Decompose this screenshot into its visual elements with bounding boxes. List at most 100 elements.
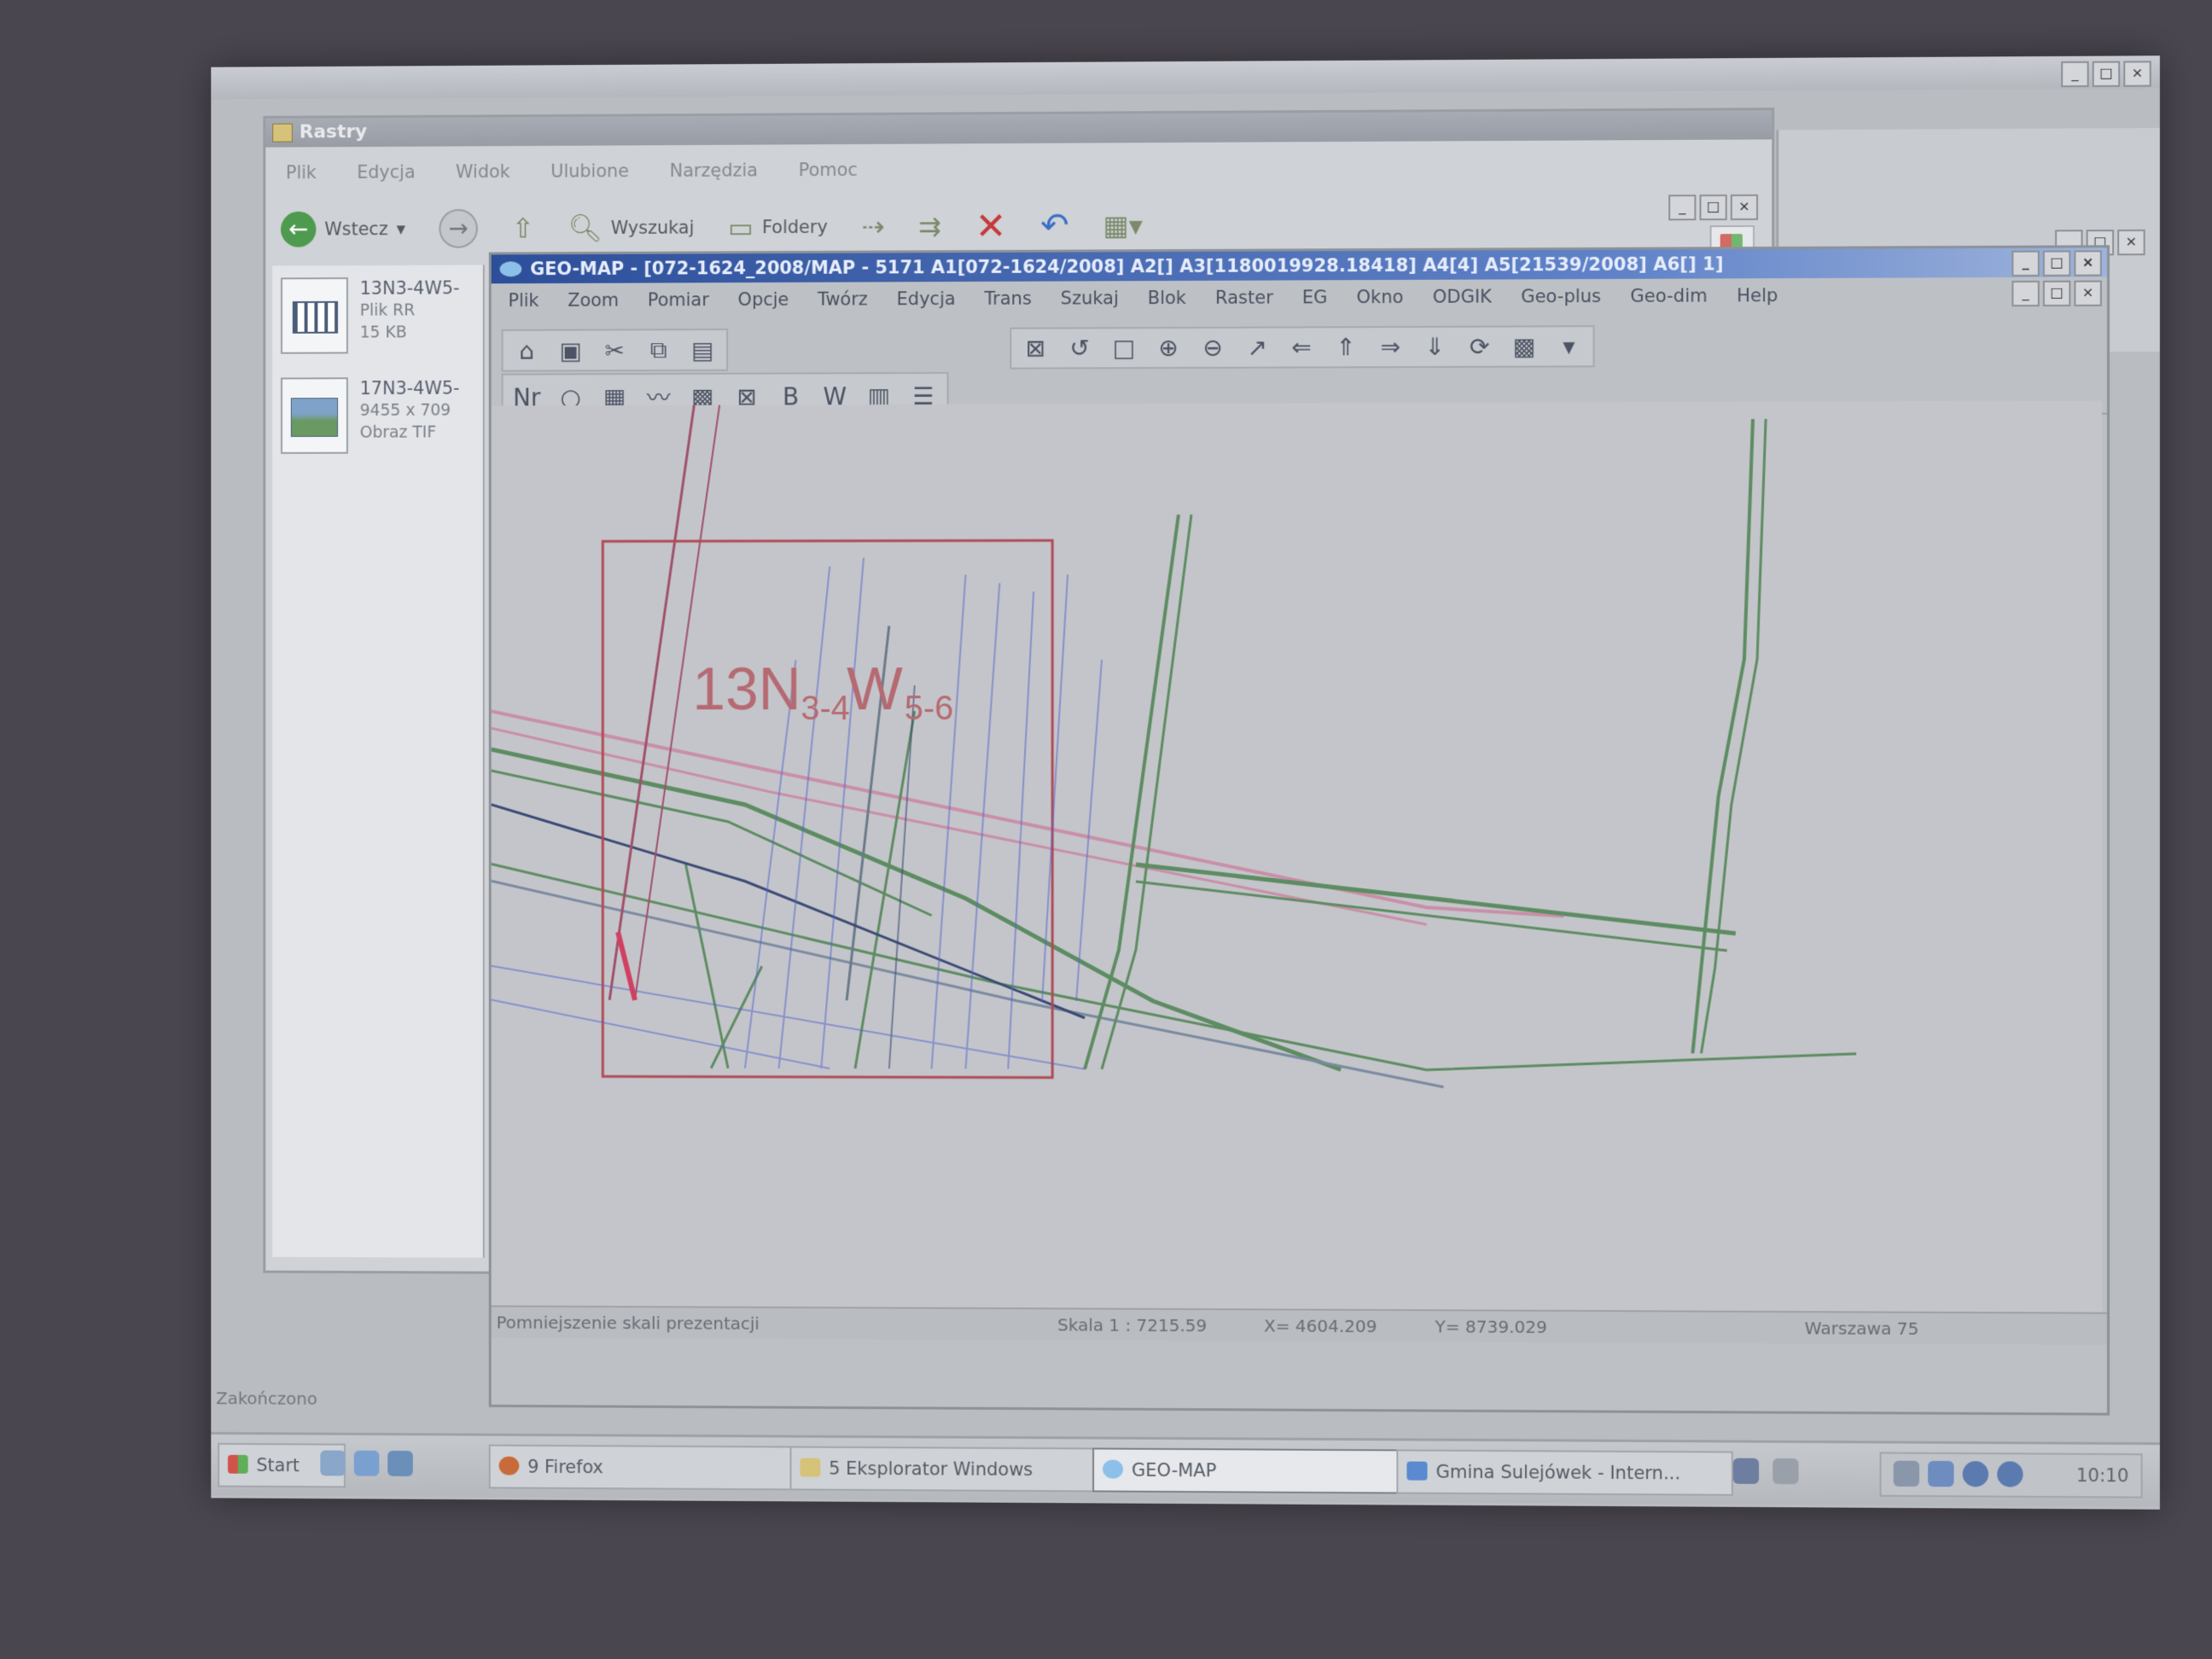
- volume-icon[interactable]: [1928, 1460, 1954, 1487]
- image-file-icon: [281, 377, 348, 454]
- forward-button[interactable]: →: [439, 208, 478, 248]
- taskbar-explorer[interactable]: 5 Eksplorator Windows: [789, 1446, 1124, 1493]
- geomap-app-icon: [1103, 1459, 1124, 1479]
- menu-plik[interactable]: Plik: [508, 290, 538, 319]
- cut-icon[interactable]: ✂: [599, 336, 630, 364]
- zoom-window-icon[interactable]: □: [1109, 334, 1139, 362]
- menu-help[interactable]: Help: [1737, 285, 1778, 314]
- menu-geo-plus[interactable]: Geo-plus: [1521, 286, 1601, 315]
- menu-szukaj[interactable]: Szukaj: [1061, 288, 1119, 317]
- menu-favorites[interactable]: Ulubione: [550, 160, 629, 198]
- menu-trans[interactable]: Trans: [985, 288, 1032, 317]
- grid-icon[interactable]: ▩: [1509, 332, 1540, 360]
- zoom-out-icon[interactable]: ⊖: [1197, 334, 1228, 362]
- desktop-icon[interactable]: [320, 1450, 346, 1476]
- info-icon[interactable]: [1962, 1461, 1989, 1487]
- explorer-menubar: Plik Edycja Widok Ulubione Narzędzia Pom…: [265, 139, 1772, 200]
- background-window-titlebar: _ □ ×: [211, 55, 2160, 100]
- pan-down-icon[interactable]: ⇓: [1419, 333, 1450, 361]
- pan-arrow-icon[interactable]: ↗: [1242, 334, 1272, 362]
- menu-edycja[interactable]: Edycja: [897, 288, 956, 317]
- maximize-icon[interactable]: □: [2092, 61, 2121, 87]
- close-icon[interactable]: ×: [2074, 280, 2102, 306]
- menu-odgik[interactable]: ODGIK: [1433, 287, 1492, 316]
- sheet-label-main: 13N: [692, 655, 800, 722]
- menu-tworz[interactable]: Twórz: [818, 288, 868, 317]
- up-folder-icon[interactable]: ⇧: [511, 212, 534, 245]
- taskbar-firefox[interactable]: 9 Firefox: [488, 1444, 821, 1491]
- printer-icon[interactable]: [1773, 1458, 1799, 1485]
- move-to-icon[interactable]: ⇢: [862, 211, 885, 243]
- views-icon[interactable]: ▦▾: [1103, 209, 1143, 242]
- pan-right-icon[interactable]: ⇒: [1375, 333, 1406, 361]
- geomap-window: GEO-MAP - [072-1624_2008/MAP - 5171 A1[0…: [489, 245, 2110, 1416]
- file-item[interactable]: 17N3-4W5- 9455 x 709 Obraz TIF: [272, 365, 483, 466]
- maximize-icon[interactable]: □: [2042, 280, 2071, 307]
- security-icon[interactable]: [1997, 1461, 2023, 1487]
- chevron-down-icon: ▾: [396, 218, 405, 240]
- zoom-in-icon[interactable]: ⊕: [1153, 334, 1184, 362]
- delete-icon[interactable]: ✕: [975, 204, 1007, 247]
- close-icon[interactable]: ×: [2074, 250, 2102, 276]
- taskbar-browser[interactable]: Gmina Sulejówek - Intern...: [1396, 1449, 1733, 1496]
- close-icon[interactable]: ×: [2123, 61, 2151, 87]
- sheet-label-sub1: 3-4: [800, 690, 849, 727]
- status-scale: Skala 1 : 7215.59: [1057, 1314, 1208, 1336]
- copy-icon[interactable]: ⧉: [643, 335, 674, 364]
- menu-edit[interactable]: Edycja: [357, 162, 415, 200]
- taskbar-geomap[interactable]: GEO-MAP: [1092, 1447, 1428, 1494]
- status-x: X= 4604.209: [1264, 1315, 1377, 1337]
- menu-blok[interactable]: Blok: [1148, 288, 1186, 317]
- folders-button[interactable]: ▭ Foldery: [728, 211, 828, 243]
- paste-icon[interactable]: ▤: [687, 335, 718, 364]
- minimize-icon[interactable]: _: [2011, 250, 2040, 276]
- minimize-icon[interactable]: _: [2011, 280, 2040, 307]
- pan-left-icon[interactable]: ⇐: [1286, 333, 1317, 361]
- menu-eg[interactable]: EG: [1302, 287, 1328, 316]
- copy-to-icon[interactable]: ⇉: [918, 210, 941, 242]
- map-canvas[interactable]: 13N 3-4 W 5-6: [492, 401, 2102, 1313]
- zoom-extents-icon[interactable]: ⊠: [1020, 335, 1051, 363]
- file-item[interactable]: 13N3-4W5- Plik RR 15 KB: [272, 265, 483, 365]
- explorer-title: Rastry: [299, 121, 368, 143]
- menu-opcje[interactable]: Opcje: [738, 289, 789, 318]
- save-icon[interactable]: ▣: [556, 336, 586, 364]
- menu-tools[interactable]: Narzędzia: [670, 160, 758, 198]
- ie-icon[interactable]: [353, 1450, 380, 1476]
- language-icon[interactable]: [1732, 1458, 1760, 1484]
- geomap-title: GEO-MAP - [072-1624_2008/MAP - 5171 A1[0…: [530, 253, 1724, 280]
- zoom-previous-icon[interactable]: ↺: [1064, 334, 1095, 362]
- projected-screen: _ □ × _ □ × Rastry _ □ × Plik Edycja Wid…: [211, 55, 2160, 1510]
- refresh-icon[interactable]: ⟳: [1464, 333, 1495, 361]
- media-icon[interactable]: [387, 1450, 413, 1476]
- search-button[interactable]: 🔍︎ Wyszukaj: [568, 212, 695, 245]
- menu-pomiar[interactable]: Pomiar: [648, 289, 709, 318]
- search-icon: 🔍︎: [568, 212, 602, 245]
- back-button[interactable]: ← Wstecz ▾: [281, 211, 405, 247]
- windows-logo-icon: [227, 1454, 248, 1474]
- maximize-icon[interactable]: □: [2042, 250, 2071, 276]
- menu-geo-dim[interactable]: Geo-dim: [1630, 285, 1707, 314]
- chevron-down-icon[interactable]: ▾: [1553, 332, 1584, 360]
- menu-zoom[interactable]: Zoom: [568, 290, 619, 319]
- menu-file[interactable]: Plik: [286, 162, 317, 200]
- grid-file-icon: [281, 277, 348, 354]
- open-icon[interactable]: ⌂: [511, 336, 542, 364]
- ie-icon: [1406, 1461, 1428, 1481]
- menu-view[interactable]: Widok: [456, 161, 510, 199]
- minimize-icon[interactable]: _: [2061, 61, 2089, 88]
- pan-up-icon[interactable]: ⇑: [1330, 333, 1361, 361]
- network-icon[interactable]: [1893, 1460, 1920, 1487]
- clock: 10:10: [2075, 1464, 2129, 1487]
- close-icon[interactable]: ×: [1730, 194, 1759, 221]
- undo-icon[interactable]: ↶: [1040, 207, 1068, 246]
- firefox-icon: [498, 1456, 520, 1476]
- close-icon[interactable]: ×: [2117, 229, 2145, 256]
- maximize-icon[interactable]: □: [1699, 194, 1727, 221]
- menu-help[interactable]: Pomoc: [799, 160, 858, 197]
- menu-raster[interactable]: Raster: [1215, 288, 1273, 317]
- map-drawing: 13N 3-4 W 5-6: [492, 401, 2102, 1313]
- minimize-icon[interactable]: _: [1668, 195, 1697, 221]
- menu-okno[interactable]: Okno: [1357, 287, 1404, 316]
- folder-icon: [272, 123, 293, 143]
